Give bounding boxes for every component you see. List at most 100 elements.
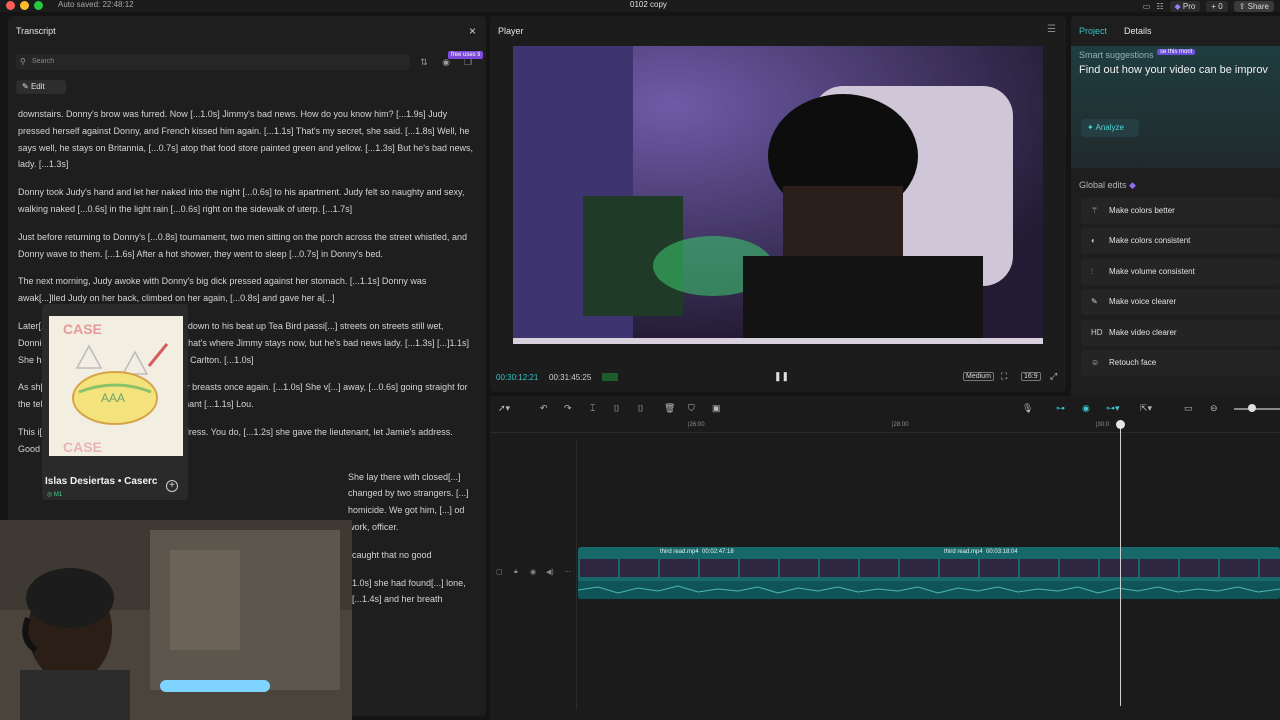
pencil-icon: ✎ [22,82,29,91]
album-art-wordmark: CASE [63,321,102,337]
playhead-handle[interactable] [1116,420,1125,429]
split-icon[interactable]: ⌶ [590,403,595,414]
album-subtitle-text: M1 [53,492,63,498]
retouch-face-button[interactable]: ☺ Retouch face [1081,350,1280,376]
microphone-icon[interactable]: 🎙 [1022,403,1033,414]
now-playing-popup[interactable]: CASE CASE AAA Islas Desiertas • Caserc ◎… [42,304,188,500]
webcam-overlay [0,520,352,720]
zoom-out-icon[interactable]: ⊖ [1210,403,1218,414]
close-window-button[interactable] [6,1,15,10]
cover-icon[interactable]: ▢ [496,568,503,576]
track-header-divider [576,440,577,710]
titlebar-actions: ▭ ☷ ◆ Pro + 0 ⇪ Share [1143,0,1274,12]
player-panel: Player ☰ 00:30:12:21 00:31:45:25 ❚❚ Medi… [490,16,1066,392]
video-preview[interactable] [513,46,1043,344]
shield-icon[interactable]: ⛉ [688,403,695,414]
zoom-slider-handle[interactable] [1248,404,1256,412]
global-edits-label: Global edits ◆ [1079,180,1136,191]
pause-icon[interactable]: ❚❚ [774,371,789,382]
make-voice-clearer-button[interactable]: ✎ Make voice clearer [1081,289,1280,315]
aspect-ratio-selector[interactable]: 16:9 [1021,372,1041,381]
make-colors-consistent-button[interactable]: ◐ Make colors consistent [1081,228,1280,254]
album-artwork: CASE CASE AAA [49,316,183,456]
edit-button[interactable]: ✎ Edit [16,80,66,94]
trim-right-icon[interactable]: ⌷ [638,403,643,414]
diamond-icon: ◆ [1129,180,1136,190]
minimize-window-button[interactable] [20,1,29,10]
album-title: Islas Desiertas • Caserc [45,476,158,487]
player-title: Player [498,26,524,36]
trim-left-icon[interactable]: ⌷ [614,403,619,414]
global-edit-label: Make video clearer [1109,328,1177,337]
smart-badge: se this mont [1157,49,1196,55]
webcam-image [0,520,352,720]
properties-panel: Project Details Smart suggestions se thi… [1071,16,1280,400]
image-icon[interactable]: ▣ [712,403,721,414]
make-video-clearer-button[interactable]: HD Make video clearer [1081,320,1280,346]
snap-icon[interactable]: ◉ [1082,403,1090,414]
global-edit-label: Retouch face [1109,358,1157,367]
transcript-paragraph[interactable]: Just before returning to Donny's [...0.8… [18,229,474,263]
redo-icon[interactable]: ↷ [564,403,572,414]
make-volume-consistent-button[interactable]: ⫶ Make volume consistent [1081,259,1280,285]
speaker-icon[interactable]: ◀) [546,568,554,576]
playhead[interactable] [1120,420,1121,706]
clip-duration: 00:02:47:18 [702,549,734,555]
add-icon[interactable]: + [166,480,178,492]
tab-project[interactable]: Project [1079,26,1107,36]
audio-level-meter [602,373,618,381]
undo-icon[interactable]: ↶ [540,403,548,414]
analyze-label: Analyze [1095,123,1124,132]
search-icon: ⚲ [20,57,26,66]
zoom-slider[interactable] [1234,408,1280,410]
share-button[interactable]: ⇪ Share [1233,0,1274,12]
wand-icon: ⚚ [1091,206,1099,215]
palette-icon: ◐ [1091,236,1096,245]
timeline-panel: ➚▾ ↶ ↷ ⌶ ⌷ ⌷ 🗑 ⛉ ▣ 🎙 ⊶ ◉ ⊶▾ ⇱▾ ▭ ⊖ |26:0… [490,396,1280,720]
analyze-button[interactable]: ✦ Analyze [1081,119,1139,137]
free-uses-badge: free uses ti [448,51,484,59]
eye-icon[interactable]: ◉ [530,568,536,576]
credits-button[interactable]: + 0 [1206,0,1228,12]
lock-icon[interactable]: 🔒︎ [514,568,518,576]
layout-icon[interactable]: ▭ [1143,2,1151,11]
select-tool-icon[interactable]: ➚▾ [498,403,510,414]
tab-details[interactable]: Details [1124,26,1152,36]
album-art-wordmark: CASE [63,439,102,455]
menu-icon[interactable]: ☰ [1047,24,1056,35]
share-icon: ⇪ [1238,1,1246,11]
close-icon[interactable]: × [469,24,476,38]
ruler-tick-label: |26:00 [688,422,705,428]
preview-axis-icon[interactable]: ⇱▾ [1140,403,1152,414]
fit-screen-icon[interactable]: ⛶ [1001,371,1007,382]
transcript-paragraph[interactable]: The next morning, Judy awoke with Donny'… [18,273,474,307]
global-edit-label: Make volume consistent [1109,267,1195,276]
total-time: 00:31:45:25 [549,373,592,382]
video-clip[interactable]: third read.mp4 00:02:47:18 third read.mp… [578,547,1280,599]
pro-button[interactable]: ◆ Pro [1169,0,1201,12]
sliders-icon: ⫶ [1091,267,1093,276]
make-colors-better-button[interactable]: ⚚ Make colors better [1081,198,1280,224]
fullscreen-icon[interactable]: ⤢ [1050,371,1057,382]
more-icon[interactable]: ⋯ [564,568,571,576]
caption-icon[interactable]: ▭ [1184,403,1193,414]
autosave-status: Auto saved: 22:48:12 [58,0,134,9]
diamond-icon: ◆ [1174,1,1181,11]
transcript-paragraph[interactable]: Donny took Judy's hand and let her naked… [18,184,474,218]
quality-selector[interactable]: Medium [963,372,994,381]
transcript-search-input[interactable]: ⚲ Search [16,54,410,70]
album-subtitle: ◎ M1 [47,492,63,498]
link-icon[interactable]: ⊶ [1056,403,1065,414]
clip-label: third read.mp4 00:03:18:04 [944,549,1018,555]
search-placeholder: Search [32,58,55,65]
mic-icon: ✎ [1091,297,1098,306]
grid-icon[interactable]: ☷ [1156,2,1163,11]
zoom-window-button[interactable] [34,1,43,10]
filter-icon[interactable]: ⇅ [418,56,430,68]
delete-icon[interactable]: 🗑 [664,403,675,414]
global-edits-text: Global edits [1079,180,1127,190]
hd-icon: HD [1091,328,1103,337]
transcript-paragraph[interactable]: downstairs. Donny's brow was furred. Now… [18,106,474,173]
magnet-icon[interactable]: ⊶▾ [1106,403,1120,414]
document-title: 0102 copy [630,0,667,9]
